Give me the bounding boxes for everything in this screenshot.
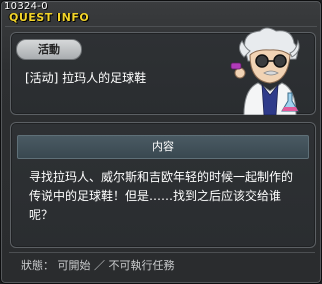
scientist-npc-icon [230, 27, 300, 115]
quest-category-badge: 活動 [16, 39, 82, 60]
status-divider [9, 252, 315, 253]
window-title: QUEST INFO [9, 11, 90, 24]
quest-status: 狀態： 可開始 ／ 不可執行任務 [21, 259, 175, 272]
quest-name: [活动] 拉玛人的足球鞋 [25, 71, 147, 85]
quest-description: 寻找拉玛人、威尔斯和吉欧年轻的时候一起制作的传说中的足球鞋！但是……找到之后应该… [29, 170, 294, 222]
quest-info-window: 10324-0 QUEST INFO 活動 [活动] 拉玛人的足球鞋 内容 寻找… [0, 0, 322, 284]
content-section-header: 内容 [17, 135, 309, 159]
